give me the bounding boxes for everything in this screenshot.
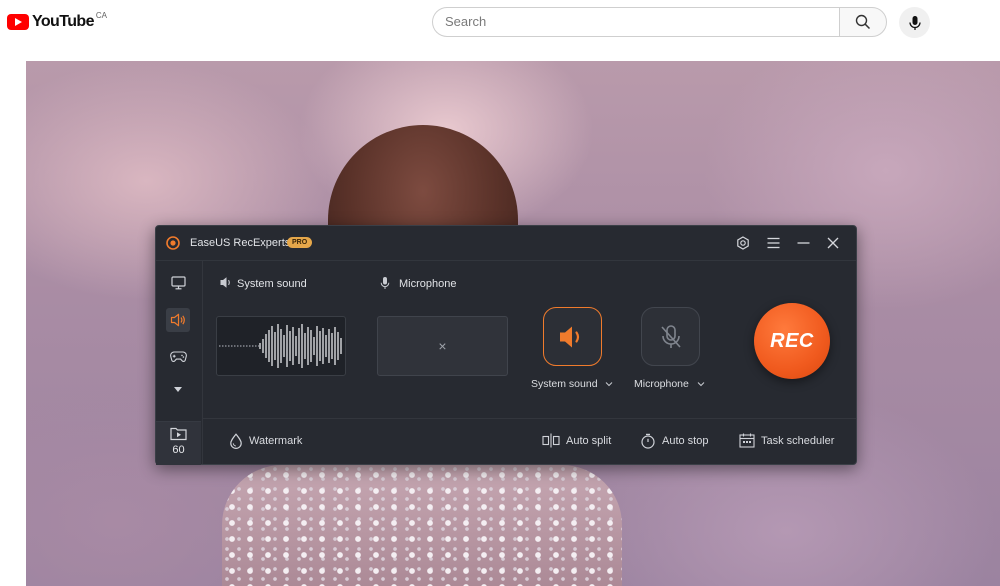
app-logo-icon xyxy=(166,236,180,250)
minimize-icon xyxy=(797,242,809,244)
menu-button[interactable] xyxy=(764,234,782,252)
chevron-down-icon xyxy=(697,382,705,387)
gamepad-icon xyxy=(169,350,187,362)
system-sound-dropdown[interactable]: System sound xyxy=(531,378,613,390)
pro-badge: PRO xyxy=(287,237,313,248)
video-folder-icon xyxy=(170,427,187,441)
system-sound-small-icon xyxy=(220,277,230,288)
region-code: CA xyxy=(95,11,107,20)
system-sound-label: System sound xyxy=(237,278,307,290)
minimize-button[interactable] xyxy=(794,234,812,252)
watermark-button[interactable]: Watermark xyxy=(229,433,302,449)
calendar-icon xyxy=(739,433,755,448)
more-modes-button[interactable] xyxy=(166,377,190,401)
monitor-icon xyxy=(170,276,186,290)
chevron-down-icon xyxy=(606,382,613,387)
rec-button[interactable]: REC xyxy=(754,303,830,379)
microphone-toggle[interactable] xyxy=(641,307,700,366)
settings-icon xyxy=(737,236,749,250)
auto-split-label: Auto split xyxy=(566,434,612,447)
system-sound-dropdown-label: System sound xyxy=(531,378,598,390)
speaker-icon xyxy=(170,313,185,327)
watermark-drop-icon xyxy=(230,433,242,449)
no-microphone-icon: × xyxy=(438,338,447,354)
menu-icon xyxy=(767,237,779,249)
microphone-dropdown[interactable]: Microphone xyxy=(634,378,705,390)
close-icon xyxy=(827,237,839,249)
watermark-label: Watermark xyxy=(249,435,303,447)
system-sound-toggle[interactable] xyxy=(543,307,602,366)
audio-mode-button[interactable] xyxy=(166,308,190,332)
close-button[interactable] xyxy=(824,234,842,252)
microphone-icon xyxy=(908,15,921,30)
video-figure-dress xyxy=(222,465,622,586)
microphone-small-icon xyxy=(380,277,390,289)
youtube-logo[interactable]: YouTube CA xyxy=(7,11,107,32)
auto-stop-label: Auto stop xyxy=(662,435,709,447)
dropdown-arrow-icon xyxy=(174,386,182,392)
app-name: EaseUS RecExperts xyxy=(190,237,291,249)
system-sound-waveform xyxy=(216,316,346,376)
frame-rate-label: 60 xyxy=(172,444,185,456)
divider xyxy=(202,418,856,419)
microphone-label: Microphone xyxy=(399,278,457,290)
waveform-icon xyxy=(219,324,342,368)
microphone-preview: × xyxy=(377,316,508,376)
search-button[interactable] xyxy=(839,7,887,37)
youtube-header: YouTube CA Search xyxy=(0,0,1000,44)
recorder-window: EaseUS RecExperts PRO 60 System sound Mi… xyxy=(155,225,857,465)
game-mode-button[interactable] xyxy=(166,344,190,368)
task-scheduler-label: Task scheduler xyxy=(761,434,835,447)
microphone-muted-icon xyxy=(660,324,681,348)
timer-icon xyxy=(641,433,655,449)
mode-sidebar: 60 xyxy=(156,261,203,465)
youtube-logo-text: YouTube xyxy=(32,13,94,30)
search-icon xyxy=(855,14,871,30)
voice-search-button[interactable] xyxy=(899,7,930,38)
search-input[interactable]: Search xyxy=(432,7,839,37)
split-icon xyxy=(542,433,560,448)
youtube-play-icon xyxy=(7,14,29,30)
task-scheduler-button[interactable]: Task scheduler xyxy=(739,433,834,448)
speaker-icon xyxy=(559,326,579,347)
microphone-dropdown-label: Microphone xyxy=(634,378,689,390)
settings-button[interactable] xyxy=(734,234,752,252)
recorder-titlebar: EaseUS RecExperts PRO xyxy=(156,226,856,261)
auto-stop-button[interactable]: Auto stop xyxy=(640,433,708,449)
auto-split-button[interactable]: Auto split xyxy=(542,433,611,448)
search-bar: Search xyxy=(432,7,887,37)
recordings-button[interactable]: 60 xyxy=(156,421,201,465)
screen-mode-button[interactable] xyxy=(166,271,190,295)
